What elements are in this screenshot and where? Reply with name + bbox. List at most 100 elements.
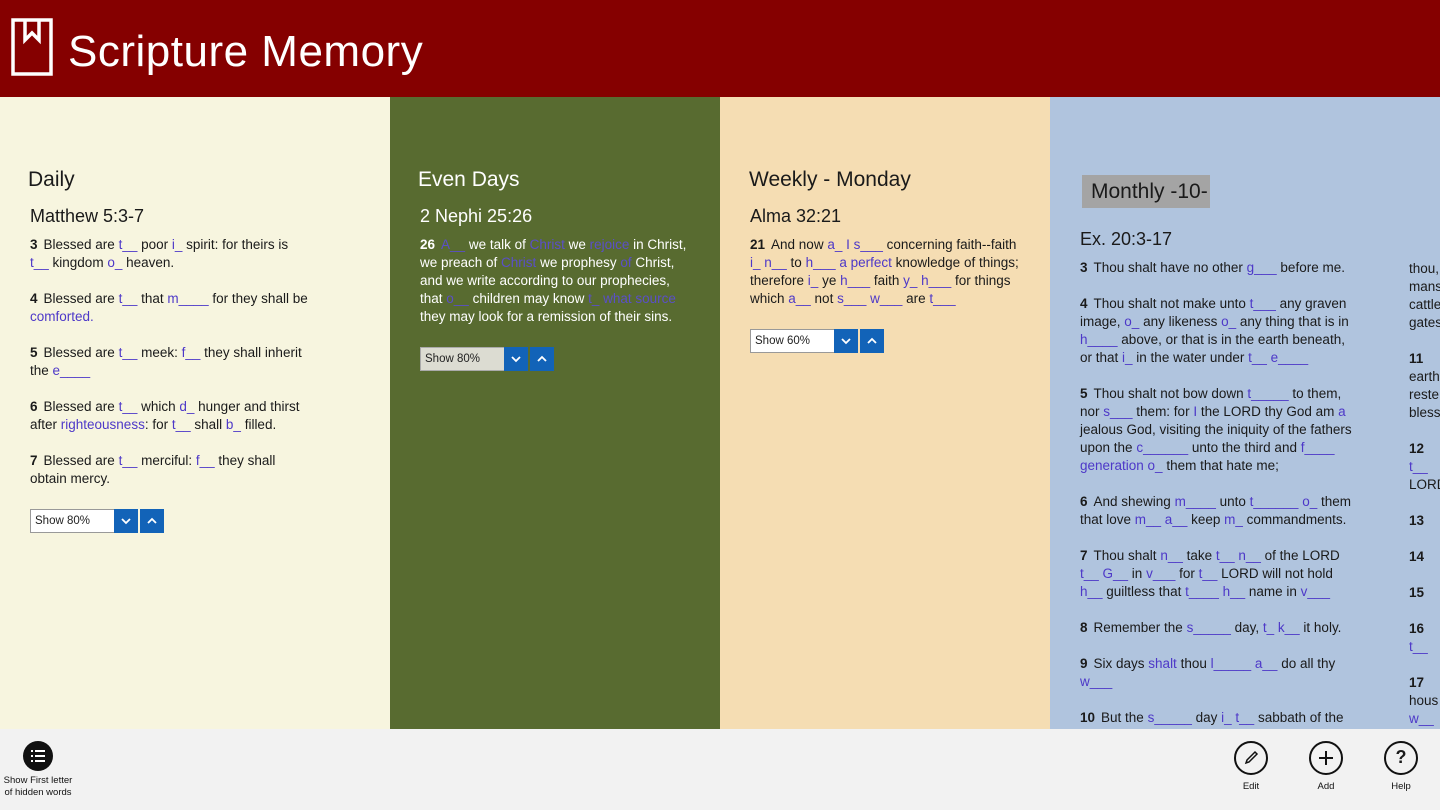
hidden-word[interactable]: d_ [179,399,194,414]
hidden-word[interactable]: t__ [172,417,191,432]
hidden-word[interactable]: m__ a__ [1135,512,1188,527]
hidden-word[interactable]: of [620,255,631,270]
hidden-word[interactable]: o_ [1124,314,1139,329]
hidden-word[interactable]: o_ [107,255,122,270]
verse-text: cattle [1409,297,1440,312]
decrease-button[interactable] [504,347,528,371]
hidden-word[interactable]: f__ [182,345,201,360]
hidden-word[interactable]: t_ what source [588,291,676,306]
hidden-word[interactable]: t_ k__ [1263,620,1300,635]
verse-text: children may know [468,291,589,306]
verse-text: Blessed are [43,237,119,252]
hidden-word[interactable]: l_____ a__ [1211,656,1278,671]
hidden-word[interactable]: t___ [1250,296,1276,311]
add-button[interactable]: Add [1301,741,1351,793]
hidden-word[interactable]: t__ [1199,566,1218,581]
hidden-word[interactable]: t__ [119,453,138,468]
panel-weekly[interactable]: Weekly - Monday Alma 32:21 21 And now a_ … [720,97,1050,729]
show-percent-select[interactable]: Show 80% [420,347,506,371]
hidden-word[interactable]: i_ n__ [750,255,787,270]
edit-button[interactable]: Edit [1226,741,1276,793]
hidden-word[interactable]: o_ [1221,314,1236,329]
verse-number: 6 [30,399,38,414]
hidden-word[interactable]: i_ [172,237,183,252]
hidden-word[interactable]: m____ [1175,494,1216,509]
hidden-word[interactable]: a__ [788,291,811,306]
hidden-word[interactable]: a_ I s___ [827,237,883,252]
verse-number: 6 [1080,494,1088,509]
hidden-word[interactable]: t__ [119,237,138,252]
verse: 6 And shewing m____ unto t______ o_ them … [1080,493,1352,529]
panel-daily[interactable]: Daily Matthew 5:3-7 3 Blessed are t__ poo… [0,97,390,729]
hidden-word[interactable]: t__ n__ [1216,548,1261,563]
hidden-word[interactable]: w___ [1080,674,1112,689]
hidden-word[interactable]: Christ [530,237,565,252]
hidden-word[interactable]: t______ o_ [1250,494,1318,509]
hidden-word[interactable]: y_ h___ [903,273,951,288]
verse-text: merciful: [137,453,196,468]
verse-number: 4 [30,291,38,306]
hidden-word[interactable]: i_ [1122,350,1133,365]
verse-text: for they shall be [208,291,308,306]
hidden-word[interactable]: h___ a perfect [806,255,892,270]
hidden-word[interactable]: rejoice [590,237,630,252]
hidden-word[interactable]: g___ [1247,260,1277,275]
hidden-word[interactable]: m_ [1224,512,1243,527]
increase-button[interactable] [140,509,164,533]
increase-button[interactable] [860,329,884,353]
hidden-word[interactable]: c______ [1136,440,1188,455]
show-percent-select[interactable]: Show 60% [750,329,836,353]
decrease-button[interactable] [834,329,858,353]
hidden-word[interactable]: s_____ [1148,710,1192,725]
hidden-word[interactable]: s___ [1103,404,1132,419]
hidden-word[interactable]: t____ h__ [1185,584,1245,599]
hidden-word[interactable]: t_____ [1247,386,1288,401]
verse-text: Blessed are [43,291,119,306]
hidden-word[interactable]: a [1338,404,1346,419]
hidden-word[interactable]: righteousness [61,417,145,432]
hidden-word[interactable]: e____ [53,363,91,378]
verse-text: Blessed are [43,453,119,468]
show-first-letter-button[interactable]: Show First letter of hidden words [0,741,76,799]
hidden-word[interactable]: i_ [808,273,819,288]
hidden-word[interactable]: i_ t__ [1221,710,1254,725]
hidden-word[interactable]: v___ [1301,584,1330,599]
hidden-word[interactable]: f__ [196,453,215,468]
hidden-word[interactable]: t__ [119,345,138,360]
verse-text: it holy. [1299,620,1342,635]
hidden-word[interactable]: t__ [1409,638,1440,656]
hidden-word[interactable]: h__ [1080,584,1103,599]
hidden-word[interactable]: t___ [929,291,955,306]
hidden-word[interactable]: t__ G__ [1080,566,1128,581]
hidden-word[interactable]: n__ [1160,548,1183,563]
hidden-word[interactable]: A__ [441,237,465,252]
hidden-word[interactable]: t__ [1409,458,1440,476]
panel-monthly[interactable]: Monthly -10- Ex. 20:3-17 3 Thou shalt hav… [1050,97,1440,729]
hidden-word[interactable]: t__ [119,399,138,414]
verse-number: 5 [30,345,38,360]
hidden-word[interactable]: v___ [1146,566,1175,581]
hidden-word[interactable]: w__ [1409,710,1440,728]
show-percent-select[interactable]: Show 80% [30,509,116,533]
hidden-word[interactable]: h___ [840,273,870,288]
verse-text: faith [870,273,904,288]
hidden-word[interactable]: h____ [1080,332,1118,347]
hidden-word[interactable]: o__ [446,291,469,306]
verse: 8 Remember the s_____ day, t_ k__ it holy… [1080,619,1352,637]
hidden-word[interactable]: s___ w___ [837,291,902,306]
decrease-button[interactable] [114,509,138,533]
verse-number: 3 [30,237,38,252]
hidden-word[interactable]: Christ [501,255,536,270]
hidden-word[interactable]: t__ [119,291,138,306]
hidden-word[interactable]: comforted. [30,309,94,324]
panel-even-days[interactable]: Even Days 2 Nephi 25:26 26 A__ we talk of… [390,97,720,729]
hidden-word[interactable]: s_____ [1187,620,1231,635]
increase-button[interactable] [530,347,554,371]
help-button[interactable]: ? Help [1376,741,1426,793]
hidden-word[interactable]: b_ [226,417,241,432]
hidden-word[interactable]: shalt [1148,656,1177,671]
hidden-word[interactable]: t__ e____ [1248,350,1308,365]
hidden-word[interactable]: t__ [30,255,49,270]
verse-text: them: for [1132,404,1194,419]
hidden-word[interactable]: m____ [167,291,208,306]
